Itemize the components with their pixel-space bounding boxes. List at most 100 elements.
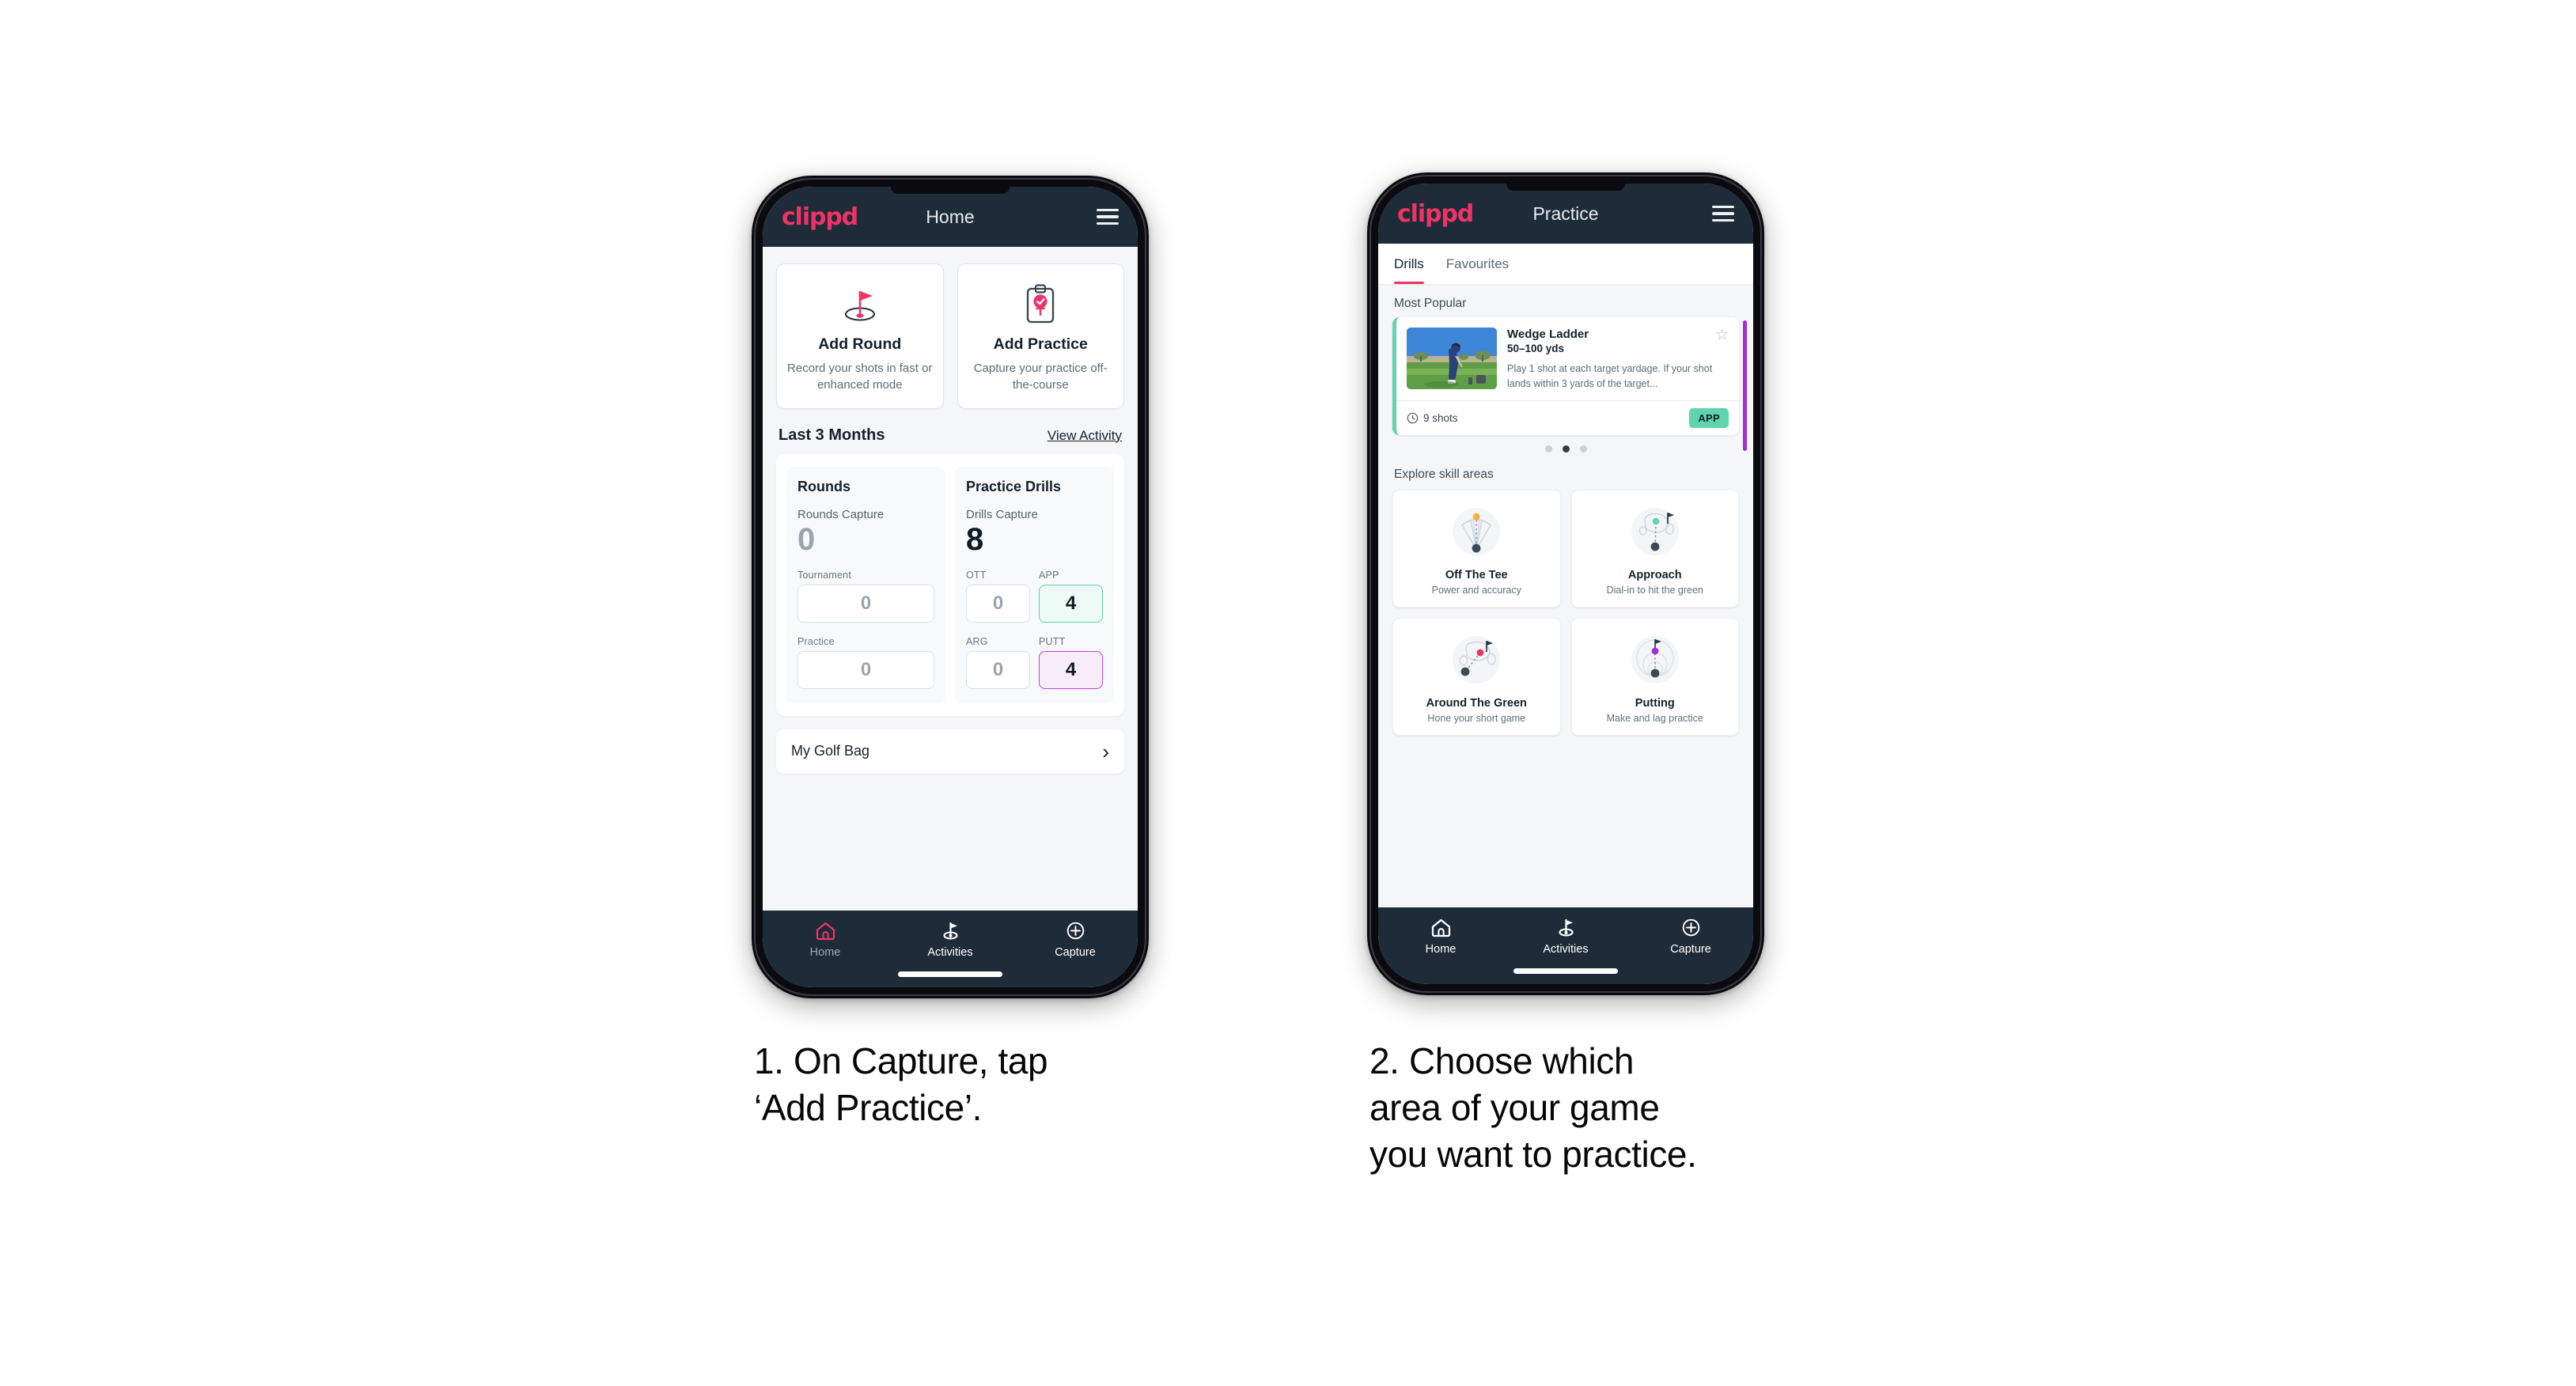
tee-shot-dispersion-icon (1400, 502, 1554, 562)
clock-icon (1407, 412, 1419, 423)
tournament-label: Tournament (797, 569, 852, 581)
nav-item-capture[interactable]: Capture (1628, 918, 1753, 956)
my-golf-bag-label: My Golf Bag (791, 743, 870, 759)
star-outline-icon[interactable]: ☆ (1715, 328, 1729, 343)
phone-mockup-practice: clippd Practice Drills Favourites Most P… (1367, 172, 1764, 995)
phone2-app-bar: clippd Practice (1378, 184, 1753, 244)
phone1-bottom-nav: Home Activities Capture (763, 911, 1138, 987)
plus-circle-icon (1066, 922, 1084, 940)
practice-value[interactable]: 0 (797, 650, 934, 689)
add-practice-title: Add Practice (993, 335, 1088, 353)
home-icon (1431, 918, 1450, 937)
phone1-screen: clippd Home Add Round Record your shots … (763, 187, 1138, 987)
last-3-months-header: Last 3 Months View Activity (763, 409, 1138, 454)
drill-name: Wedge Ladder (1507, 328, 1589, 341)
view-activity-link[interactable]: View Activity (1047, 428, 1122, 444)
home-icon (816, 922, 835, 941)
putting-rings-icon (1578, 630, 1733, 690)
add-round-title: Add Round (818, 335, 902, 353)
arg-label: ARG (966, 635, 988, 647)
skill-name: Putting (1635, 696, 1675, 710)
phone-mockup-home: clippd Home Add Round Record your shots … (752, 176, 1149, 998)
skill-subtitle: Make and lag practice (1606, 712, 1703, 724)
skill-subtitle: Power and accuracy (1431, 584, 1521, 596)
skill-card-putting[interactable]: Putting Make and lag practice (1570, 617, 1739, 736)
home-indicator (1513, 968, 1618, 974)
nav-item-home[interactable]: Home (1378, 918, 1503, 956)
drills-capture-label: Drills Capture (966, 507, 1038, 521)
clipboard-check-icon (964, 280, 1118, 329)
section-title: Last 3 Months (778, 426, 885, 444)
nav-label-home: Home (809, 946, 841, 959)
add-practice-subtitle: Capture your practice off-the-course (973, 362, 1108, 392)
nav-item-capture[interactable]: Capture (1013, 921, 1138, 959)
ott-value[interactable]: 0 (966, 584, 1030, 623)
most-popular-label: Most Popular (1394, 297, 1467, 310)
add-practice-card[interactable]: Add Practice Capture your practice off-t… (957, 263, 1124, 409)
approach-green-icon (1578, 502, 1733, 562)
nav-label-activities: Activities (927, 946, 973, 959)
drill-shots-label: 9 shots (1423, 411, 1458, 424)
rounds-stat-column: Rounds Rounds Capture 0 Tournament 0 Pra… (786, 466, 945, 703)
phone1-notch (891, 187, 1010, 194)
carousel-scroll-indicator[interactable] (1743, 320, 1747, 451)
tournament-value[interactable]: 0 (797, 584, 934, 623)
ott-label: OTT (966, 569, 987, 581)
clippd-logo[interactable]: clippd (1397, 200, 1474, 228)
nav-label-activities: Activities (1543, 943, 1589, 956)
hamburger-icon[interactable] (1712, 205, 1734, 222)
caption-step-2: 2. Choose which area of your game you wa… (1369, 1040, 1697, 1175)
drill-carousel: Wedge Ladder 50–100 yds Play 1 shot at e… (1378, 317, 1753, 451)
carousel-dots (1378, 435, 1753, 456)
nav-label-home: Home (1425, 943, 1457, 956)
clippd-logo[interactable]: clippd (782, 203, 858, 231)
practice-tabs: Drills Favourites (1378, 244, 1753, 285)
rounds-capture-label: Rounds Capture (797, 507, 885, 521)
my-golf-bag-row[interactable]: My Golf Bag › (776, 729, 1124, 774)
app-value[interactable]: 4 (1039, 584, 1103, 623)
add-round-card[interactable]: Add Round Record your shots in fast or e… (776, 263, 944, 409)
rounds-heading: Rounds (797, 478, 850, 494)
skill-subtitle: Dial-in to hit the green (1606, 584, 1703, 596)
nav-label-capture: Capture (1055, 946, 1096, 959)
drill-shots: 9 shots (1407, 412, 1458, 424)
carousel-dot-active[interactable] (1562, 445, 1570, 453)
skill-name: Off The Tee (1445, 568, 1508, 581)
drill-card-wedge-ladder[interactable]: Wedge Ladder 50–100 yds Play 1 shot at e… (1392, 317, 1739, 435)
skill-card-off-the-tee[interactable]: Off The Tee Power and accuracy (1392, 489, 1561, 608)
nav-label-capture: Capture (1670, 943, 1711, 956)
arg-value[interactable]: 0 (966, 650, 1030, 689)
phone1-app-bar: clippd Home (763, 187, 1138, 247)
add-round-subtitle: Record your shots in fast or enhanced mo… (787, 362, 933, 392)
tab-drills[interactable]: Drills (1394, 244, 1424, 284)
golf-flag-hole-icon (783, 280, 937, 329)
rounds-capture-value: 0 (797, 521, 816, 557)
screenshot-canvas: clippd Home Add Round Record your shots … (0, 0, 2576, 1386)
drill-yardage: 50–100 yds (1507, 343, 1565, 354)
app-label: APP (1039, 569, 1059, 581)
home-indicator (898, 971, 1002, 977)
golf-flag-icon (942, 922, 958, 940)
phone2-content: Most Popular Wedge Ladder 50–100 yds Pla… (1378, 285, 1753, 907)
chevron-right-icon: › (1102, 739, 1109, 763)
explore-skill-areas-label: Explore skill areas (1394, 467, 1494, 481)
phone2-notch (1506, 184, 1625, 191)
carousel-dot[interactable] (1544, 445, 1552, 453)
hamburger-icon[interactable] (1097, 208, 1119, 225)
drill-thumbnail (1407, 328, 1497, 389)
golf-flag-icon (1558, 918, 1574, 937)
drills-capture-value: 8 (966, 521, 984, 557)
putt-value[interactable]: 4 (1039, 650, 1103, 689)
skill-card-approach[interactable]: Approach Dial-in to hit the green (1570, 489, 1739, 608)
quick-actions: Add Round Record your shots in fast or e… (763, 247, 1138, 409)
nav-item-home[interactable]: Home (763, 921, 888, 959)
nav-item-activities[interactable]: Activities (1503, 918, 1628, 956)
skill-card-around-the-green[interactable]: Around The Green Hone your short game (1392, 617, 1561, 736)
stats-panel: Rounds Rounds Capture 0 Tournament 0 Pra… (776, 453, 1124, 716)
carousel-dot[interactable] (1579, 445, 1587, 453)
tab-favourites[interactable]: Favourites (1446, 244, 1509, 284)
skill-areas-grid: Off The Tee Power and accuracy Approach … (1378, 488, 1753, 736)
drills-heading: Practice Drills (966, 478, 1062, 494)
caption-step-1: 1. On Capture, tap ‘Add Practice’. (754, 1040, 1048, 1128)
nav-item-activities[interactable]: Activities (888, 921, 1013, 959)
